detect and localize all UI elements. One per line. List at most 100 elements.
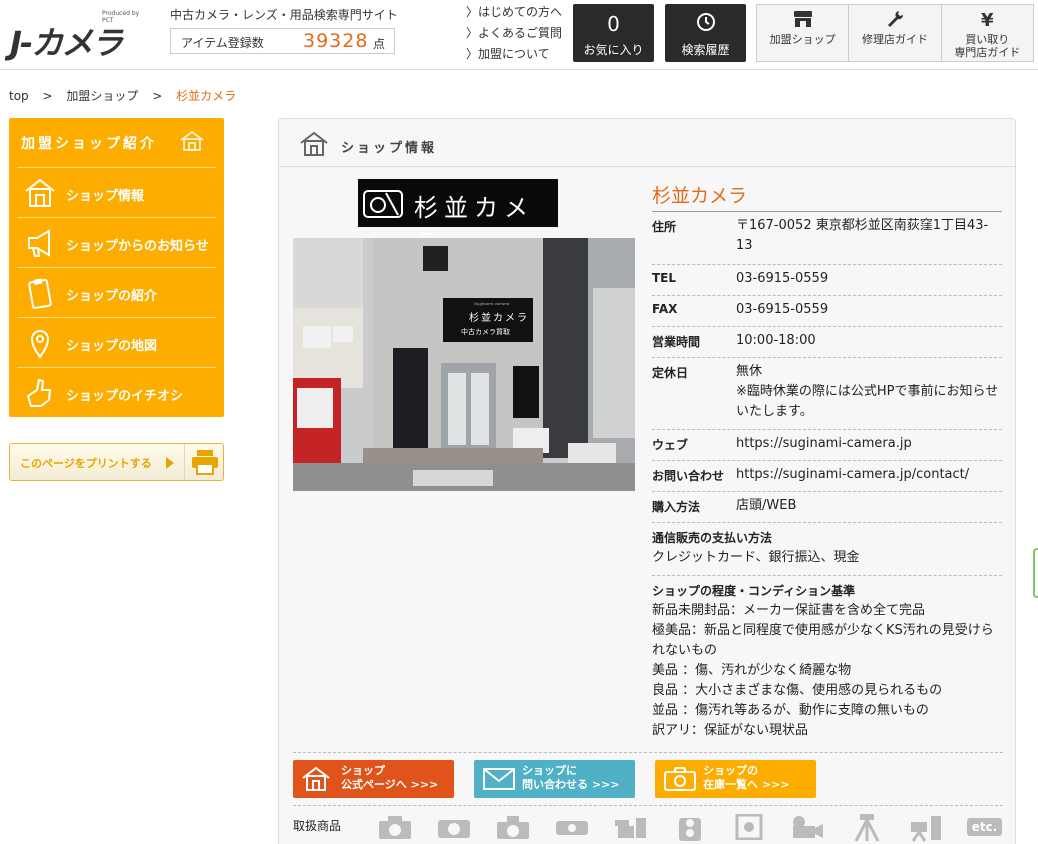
info-key: FAX — [652, 302, 678, 316]
condition-lines: 新品未開封品：メーカー保証書を含め全て完品 極美品：新品と同程度で使用感が少なく… — [652, 601, 1002, 741]
contact-link[interactable]: https://suginami-camera.jp/contact/ — [736, 465, 1004, 485]
site-description: 中古カメラ・レンズ・用品検索専門サイト — [170, 8, 398, 22]
info-condition: ショップの程度・コンディション基準 新品未開封品：メーカー保証書を含め全て完品 … — [652, 576, 1002, 743]
compact-camera-icon — [542, 809, 601, 844]
handled-products: etc. — [365, 809, 1014, 844]
slr-camera-icon — [365, 809, 424, 844]
condition-line: 訳アリ：保証がない現状品 — [652, 723, 809, 738]
info-value: 10:00-18:00 — [736, 333, 816, 348]
info-key: ウェブ — [652, 438, 689, 452]
info-key: お問い合わせ — [652, 469, 725, 483]
map-pin-icon — [23, 326, 57, 360]
handling-label: 取扱商品 — [293, 819, 342, 833]
wrench-icon — [849, 9, 940, 33]
large-format-icon — [719, 809, 778, 844]
info-key: TEL — [652, 271, 677, 285]
etc-icon: etc. — [955, 809, 1014, 844]
member-shop-button[interactable]: 加盟ショップ — [757, 5, 850, 61]
house-icon — [299, 131, 329, 161]
chevron-right-icon: 〉 — [466, 47, 479, 61]
tripod-icon — [837, 809, 896, 844]
info-tel: TEL 03-6915-0559 — [652, 265, 1002, 296]
side-tab[interactable] — [1033, 548, 1038, 598]
panel-header: ショップ情報 — [279, 119, 1015, 167]
print-page-button[interactable]: このページをプリントする — [9, 443, 224, 481]
film-camera-icon — [483, 809, 542, 844]
breadcrumb-member-shop[interactable]: 加盟ショップ — [66, 89, 138, 103]
video-camera-icon — [778, 809, 837, 844]
condition-line: 極美品：新品と同程度で使用感が少なくKS汚れの見受けられないもの — [652, 623, 994, 658]
shop-name: 杉並カメラ — [652, 185, 748, 207]
guide-buttons: 加盟ショップ 修理店ガイド ¥ 買い取り 専門店ガイド — [756, 4, 1034, 62]
condition-line: 美品 ：傷、汚れが少なく綺麗な物 — [652, 663, 852, 678]
item-count-unit: 点 — [373, 37, 386, 51]
site-logo[interactable]: Produced by PCT J-カメラ — [8, 6, 148, 62]
info-payment: 通信販売の支払い方法 クレジットカード、銀行振込、現金 — [652, 523, 1002, 576]
mirrorless-camera-icon — [424, 809, 483, 844]
info-value[interactable]: 03-6915-0559 — [736, 269, 1004, 289]
link-beginners[interactable]: 〉はじめての方へ — [466, 4, 562, 25]
sidebar-item-news[interactable]: ショップからのお知らせ — [17, 217, 216, 267]
info-purchase: 購入方法 店頭/WEB — [652, 492, 1002, 523]
breadcrumb-sep: > — [42, 89, 53, 103]
breadcrumb-top[interactable]: top — [9, 89, 29, 103]
sidebar-item-label: ショップのイチオシ — [66, 389, 184, 404]
info-note: ※臨時休業の際には公式HPで事前にお知らせいたします。 — [736, 384, 999, 419]
yen-icon: ¥ — [981, 10, 994, 31]
accessory-icon — [896, 809, 955, 844]
inventory-list-button[interactable]: ショップの 在庫一覧へ >>> — [655, 760, 816, 798]
official-page-button[interactable]: ショップ 公式ページへ >>> — [293, 760, 454, 798]
link-join[interactable]: 〉加盟について — [466, 46, 562, 67]
sidebar-item-intro[interactable]: ショップの紹介 — [17, 267, 216, 317]
site-header: Produced by PCT J-カメラ 中古カメラ・レンズ・用品検索専門サイ… — [0, 0, 1038, 70]
web-link[interactable]: https://suginami-camera.jp — [736, 434, 1004, 454]
megaphone-icon — [23, 226, 57, 260]
info-address: 住所 〒167-0052 東京都杉並区南荻窪1丁目43-13 — [652, 212, 1002, 265]
print-label: このページをプリントする — [20, 457, 152, 470]
sidebar-item-map[interactable]: ショップの地図 — [17, 317, 216, 367]
info-value: 03-6915-0559 — [736, 302, 829, 317]
house-icon — [179, 130, 205, 156]
item-count-label: アイテム登録数 — [181, 36, 264, 50]
divider — [293, 752, 1003, 753]
sign-main-text: 杉並カメラ — [469, 313, 529, 324]
house-icon — [301, 766, 331, 795]
info-key: 住所 — [652, 220, 677, 234]
sign-small-text: Suginami camera — [474, 301, 510, 306]
search-history-button[interactable]: 検索履歴 — [665, 4, 746, 62]
top-links: 〉はじめての方へ 〉よくあるご質問 〉加盟について — [466, 4, 562, 67]
triangle-right-icon — [166, 457, 174, 469]
sidebar-item-recommend[interactable]: ショップのイチオシ — [17, 367, 216, 417]
chevron-right-icon: 〉 — [466, 26, 479, 40]
shop-storefront-photo: Suginami camera 杉並カメラ 中古カメラ買取 — [293, 238, 635, 491]
contact-shop-button[interactable]: ショップに 問い合わせる >>> — [474, 760, 635, 798]
sidebar-item-label: ショップ情報 — [66, 189, 145, 204]
clock-icon — [665, 12, 746, 36]
sidebar-item-shop-info[interactable]: ショップ情報 — [17, 167, 216, 217]
item-count-value: 39328 — [303, 30, 369, 52]
sidebar-item-label: ショップからのお知らせ — [66, 239, 209, 254]
logo-text: J-カメラ — [10, 24, 123, 62]
repair-guide-button[interactable]: 修理店ガイド — [849, 5, 942, 61]
house-icon — [23, 176, 57, 210]
info-key: ショップの程度・コンディション基準 — [652, 584, 856, 598]
lens-icon — [601, 809, 660, 844]
shop-sidebar: 加盟ショップ紹介 ショップ情報 ショップからのお知らせ ショップの紹介 ショップ… — [9, 118, 224, 417]
breadcrumb-current: 杉並カメラ — [176, 89, 237, 103]
shop-info-panel: ショップ情報 杉並カメラ — [278, 118, 1016, 844]
chevron-right-icon: 〉 — [466, 5, 479, 19]
mail-icon — [482, 766, 516, 795]
info-contact: お問い合わせ https://suginami-camera.jp/contac… — [652, 461, 1002, 492]
medium-format-icon — [660, 809, 719, 844]
breadcrumb: top > 加盟ショップ > 杉並カメラ — [9, 87, 236, 104]
info-key: 営業時間 — [652, 335, 701, 349]
item-count-box: アイテム登録数 39328 点 — [170, 28, 395, 54]
info-closed: 定休日 無休 ※臨時休業の際には公式HPで事前にお知らせいたします。 — [652, 358, 1002, 430]
favorites-button[interactable]: 0 お気に入り — [573, 4, 654, 62]
link-faq[interactable]: 〉よくあるご質問 — [466, 25, 562, 46]
camera-icon — [663, 766, 697, 795]
shop-logo: 杉並カメラ — [358, 179, 558, 257]
buy-guide-button[interactable]: ¥ 買い取り 専門店ガイド — [942, 5, 1033, 61]
clipboard-icon — [23, 276, 57, 310]
condition-line: 新品未開封品：メーカー保証書を含め全て完品 — [652, 603, 926, 618]
